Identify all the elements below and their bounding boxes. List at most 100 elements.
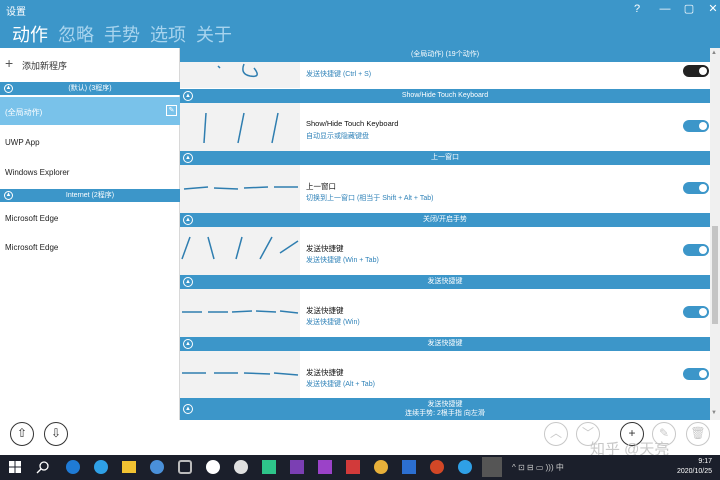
- section-header-label: 上一窗口: [431, 154, 459, 161]
- chevron-up-icon[interactable]: ▲: [183, 215, 193, 225]
- action-row[interactable]: 发送快捷键 发送快捷键 (Win + Tab): [180, 227, 710, 275]
- program-label: (全局动作): [5, 108, 43, 117]
- action-row[interactable]: Show/Hide Touch Keyboard 自动显示或隐藏键盘: [180, 103, 710, 151]
- toggle-switch[interactable]: [683, 120, 709, 132]
- toggle-switch[interactable]: [683, 306, 709, 318]
- app-icon[interactable]: [262, 460, 276, 474]
- add-program-label: 添加新程序: [22, 61, 68, 71]
- system-tray-icons[interactable]: ^ ⊡ ⊟ ▭ ))) 中: [512, 463, 572, 473]
- export-button[interactable]: ⇧: [10, 422, 34, 446]
- todo-icon[interactable]: [402, 460, 416, 474]
- toggle-switch[interactable]: [683, 244, 709, 256]
- action-subtitle: 发送快捷键 (Win + Tab): [306, 257, 379, 264]
- section-header-label: 关闭/开启手势: [423, 216, 467, 223]
- section-header[interactable]: ▲ 发送快捷键 连续手势: 2根手指 向左滑: [180, 398, 710, 420]
- edge-icon[interactable]: [458, 460, 472, 474]
- toggle-switch[interactable]: [683, 65, 709, 77]
- window-title: 设置: [6, 7, 26, 18]
- menu-about[interactable]: 关于: [196, 21, 232, 47]
- section-header-label: (全局动作) (19个动作): [410, 51, 480, 58]
- program-list-panel: + 添加新程序 ▲ (默认) (3程序) (全局动作) ✎ UWP App Wi…: [0, 48, 180, 420]
- action-title: 发送快捷键: [306, 368, 344, 377]
- chevron-up-icon[interactable]: ▲: [183, 153, 193, 163]
- add-program-button[interactable]: + 添加新程序: [0, 54, 180, 74]
- edit-icon[interactable]: ✎: [166, 105, 177, 116]
- gesture-stroke-icon: [181, 236, 299, 260]
- minimize-button[interactable]: —: [652, 1, 678, 18]
- chevron-up-icon[interactable]: ▲: [183, 91, 193, 101]
- move-up-button[interactable]: ︿: [544, 422, 568, 446]
- onenote-icon[interactable]: [318, 460, 332, 474]
- section-header[interactable]: ▲ Show/Hide Touch Keyboard: [180, 89, 710, 103]
- scrollbar-thumb[interactable]: [712, 226, 718, 324]
- section-header[interactable]: ▲ 关闭/开启手势: [180, 213, 710, 227]
- gesture-stroke-icon: [183, 186, 298, 190]
- gesture-preview: [180, 351, 300, 399]
- action-title: 发送快捷键: [306, 306, 344, 315]
- taskbar: ^ ⊡ ⊟ ▭ ))) 中 9:17 2020/10/25: [0, 455, 720, 480]
- app-icon[interactable]: [150, 460, 164, 474]
- gesture-preview: [180, 103, 300, 151]
- program-item-global[interactable]: (全局动作) ✎: [0, 97, 180, 125]
- scroll-up-icon[interactable]: ▲: [711, 50, 717, 56]
- menu-options[interactable]: 选项: [150, 21, 186, 47]
- qq-icon[interactable]: [234, 460, 248, 474]
- app-icon[interactable]: [374, 460, 388, 474]
- program-item-uwp[interactable]: UWP App: [0, 128, 180, 156]
- onenote-icon[interactable]: [290, 460, 304, 474]
- section-header[interactable]: (全局动作) (19个动作): [180, 48, 710, 62]
- section-header[interactable]: ▲ 发送快捷键: [180, 275, 710, 289]
- powerpoint-icon[interactable]: [430, 460, 444, 474]
- toggle-switch[interactable]: [683, 182, 709, 194]
- chevron-up-icon[interactable]: ▲: [183, 404, 193, 414]
- action-subtitle: 发送快捷键 (Alt + Tab): [306, 381, 375, 388]
- close-button[interactable]: ✕: [700, 1, 720, 18]
- app-icon[interactable]: [346, 460, 360, 474]
- action-title: 发送快捷键: [306, 244, 344, 253]
- app-icon[interactable]: [178, 460, 192, 474]
- action-row[interactable]: 发送快捷键 发送快捷键 (Win): [180, 289, 710, 337]
- gesture-stroke-icon: [203, 112, 279, 144]
- edge-legacy-icon[interactable]: [66, 460, 80, 474]
- file-explorer-icon[interactable]: [122, 461, 136, 473]
- app-icon[interactable]: [206, 460, 220, 474]
- vertical-scrollbar[interactable]: ▲ ▼: [710, 48, 720, 420]
- chevron-up-icon[interactable]: ▲: [183, 339, 193, 349]
- group-header-default[interactable]: ▲ (默认) (3程序): [0, 82, 180, 95]
- program-item-edge[interactable]: Microsoft Edge: [0, 204, 180, 232]
- import-button[interactable]: ⇩: [44, 422, 68, 446]
- section-header[interactable]: ▲ 上一窗口: [180, 151, 710, 165]
- program-item-explorer[interactable]: Windows Explorer: [0, 158, 180, 186]
- scroll-down-icon[interactable]: ▼: [711, 410, 717, 416]
- chevron-up-icon[interactable]: ▲: [4, 84, 13, 93]
- action-subtitle: 发送快捷键 (Win): [306, 319, 360, 326]
- windows-start-icon[interactable]: [6, 458, 24, 476]
- section-header-label: 发送快捷键: [427, 340, 463, 347]
- search-icon[interactable]: [34, 458, 52, 476]
- gesture-stroke-icon: [217, 63, 258, 78]
- delete-action-button[interactable]: 🗑: [686, 422, 710, 446]
- menu-ignore[interactable]: 忽略: [58, 21, 94, 47]
- program-label: Windows Explorer: [5, 168, 70, 177]
- group-header-internet[interactable]: ▲ Internet (2程序): [0, 189, 180, 202]
- gesture-stroke-icon: [182, 372, 299, 376]
- section-header[interactable]: ▲ 发送快捷键: [180, 337, 710, 351]
- action-row[interactable]: 上一窗口 切换到上一窗口 (相当于 Shift + Alt + Tab): [180, 165, 710, 213]
- clock-time: 9:17: [698, 458, 712, 465]
- program-item-edge-2[interactable]: Microsoft Edge: [0, 233, 180, 261]
- action-subtitle: 发送快捷键 (Ctrl + S): [306, 71, 372, 78]
- program-label: Microsoft Edge: [5, 243, 59, 252]
- chevron-up-icon[interactable]: ▲: [4, 191, 13, 200]
- action-row[interactable]: 发送快捷键 (Ctrl + S): [180, 62, 710, 88]
- clock[interactable]: 9:17 2020/10/25: [677, 457, 712, 477]
- active-app-icon[interactable]: [482, 457, 502, 477]
- chevron-up-icon[interactable]: ▲: [183, 277, 193, 287]
- toggle-switch[interactable]: [683, 368, 709, 380]
- help-button[interactable]: ?: [624, 1, 650, 18]
- edge-icon[interactable]: [94, 460, 108, 474]
- restore-button[interactable]: ▢: [676, 1, 702, 18]
- menu-actions[interactable]: 动作: [12, 21, 48, 47]
- action-row[interactable]: 发送快捷键 发送快捷键 (Alt + Tab): [180, 351, 710, 399]
- menu-gestures[interactable]: 手势: [104, 21, 140, 47]
- title-bar: 设置 ? — ▢ ✕: [0, 0, 720, 19]
